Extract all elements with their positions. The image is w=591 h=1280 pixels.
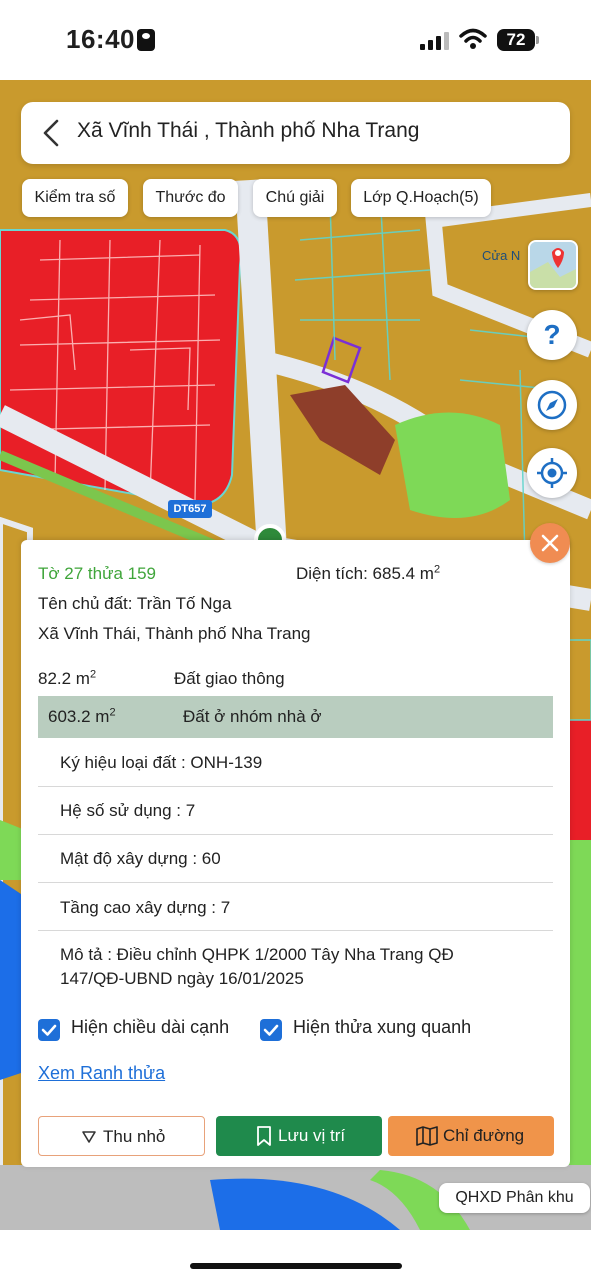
owner-name: Tên chủ đất: Trần Tố Nga — [38, 594, 232, 613]
description-line-2: 147/QĐ-UBND ngày 16/01/2025 — [60, 969, 304, 988]
zone-area-sup: 2 — [89, 668, 97, 681]
check-number-button[interactable]: Kiểm tra số — [22, 179, 128, 217]
bookmark-icon — [257, 1126, 271, 1146]
poi-label: Cửa N — [482, 248, 521, 263]
divider — [38, 834, 553, 835]
checkmark-icon — [41, 1024, 57, 1036]
ruler-button[interactable]: Thước đo — [143, 179, 238, 217]
building-density: Mật độ xây dựng : 60 — [60, 849, 221, 868]
zone-layer-label[interactable]: QHXD Phân khu — [439, 1183, 590, 1213]
wifi-icon — [459, 28, 487, 49]
description-line-1: Mô tả : Điều chỉnh QHPK 1/2000 Tây Nha T… — [60, 945, 454, 964]
compass-icon — [537, 390, 567, 420]
close-panel-button[interactable] — [530, 523, 570, 563]
zone-area-value: 82.2 m — [38, 669, 90, 688]
directions-label: Chỉ đường — [443, 1126, 525, 1145]
parcel-address: Xã Vĩnh Thái, Thành phố Nha Trang — [38, 624, 311, 643]
save-location-button[interactable]: Lưu vị trí — [216, 1116, 382, 1156]
road-sign: DT657 — [168, 500, 212, 518]
id-card-icon — [137, 29, 155, 51]
compass-button[interactable] — [527, 380, 577, 430]
checkmark-icon — [263, 1024, 279, 1036]
status-bar: 16:40 72 — [0, 0, 591, 80]
show-neighbors-label[interactable]: Hiện thửa xung quanh — [293, 1017, 471, 1038]
zone-area-value: 603.2 m — [48, 707, 110, 726]
signal-icon — [420, 32, 449, 50]
close-icon — [541, 534, 559, 552]
view-boundary-link[interactable]: Xem Ranh thửa — [38, 1063, 165, 1084]
back-icon[interactable] — [37, 117, 65, 149]
save-location-label: Lưu vị trí — [278, 1126, 346, 1145]
location-title[interactable]: Xã Vĩnh Thái , Thành phố Nha Trang — [77, 119, 419, 143]
battery-tip — [536, 36, 539, 44]
minimize-label: Thu nhỏ — [103, 1127, 166, 1146]
status-time: 16:40 — [66, 24, 135, 54]
my-location-button[interactable] — [527, 448, 577, 498]
parcel-area: Diện tích: 685.4 m2 — [296, 564, 440, 584]
search-header: Xã Vĩnh Thái , Thành phố Nha Trang — [21, 102, 570, 164]
map-thumbnail-icon — [530, 242, 576, 288]
parcel-area-unit-sup: 2 — [433, 563, 441, 576]
show-edge-length-label[interactable]: Hiện chiều dài cạnh — [71, 1017, 229, 1038]
planning-layers-button[interactable]: Lớp Q.Hoạch(5) — [351, 179, 491, 217]
minimize-button[interactable]: Thu nhỏ — [38, 1116, 205, 1156]
land-use-code: Ký hiệu loại đất : ONH-139 — [60, 753, 263, 772]
directions-button[interactable]: Chỉ đường — [388, 1116, 554, 1156]
divider — [38, 930, 553, 931]
legend-button[interactable]: Chú giải — [253, 179, 337, 217]
zone-type: Đất giao thông — [174, 669, 285, 688]
show-edge-length-checkbox[interactable] — [38, 1019, 60, 1041]
help-icon: ? — [543, 319, 561, 350]
zone-area-sup: 2 — [109, 706, 116, 719]
divider — [38, 882, 553, 883]
bottom-safe-area — [0, 1230, 591, 1280]
map-icon — [416, 1126, 438, 1146]
zone-area: 603.2 m2 — [48, 707, 116, 727]
divider — [38, 786, 553, 787]
battery-icon: 72 — [497, 29, 535, 51]
zone-type: Đất ở nhóm nhà ở — [183, 707, 322, 726]
floor-area-ratio: Hệ số sử dụng : 7 — [60, 801, 196, 820]
show-neighbors-checkbox[interactable] — [260, 1019, 282, 1041]
sheet-plot-number: Tờ 27 thửa 159 — [38, 564, 156, 583]
home-indicator[interactable] — [190, 1263, 402, 1269]
help-button[interactable]: ? — [527, 310, 577, 360]
building-height: Tầng cao xây dựng : 7 — [60, 898, 231, 917]
locate-icon — [537, 458, 567, 488]
base-map-switch-button[interactable] — [528, 240, 578, 290]
zone-area: 82.2 m2 — [38, 669, 96, 689]
triangle-down-icon — [82, 1131, 96, 1143]
parcel-area-label: Diện tích: 685.4 m — [296, 564, 434, 583]
